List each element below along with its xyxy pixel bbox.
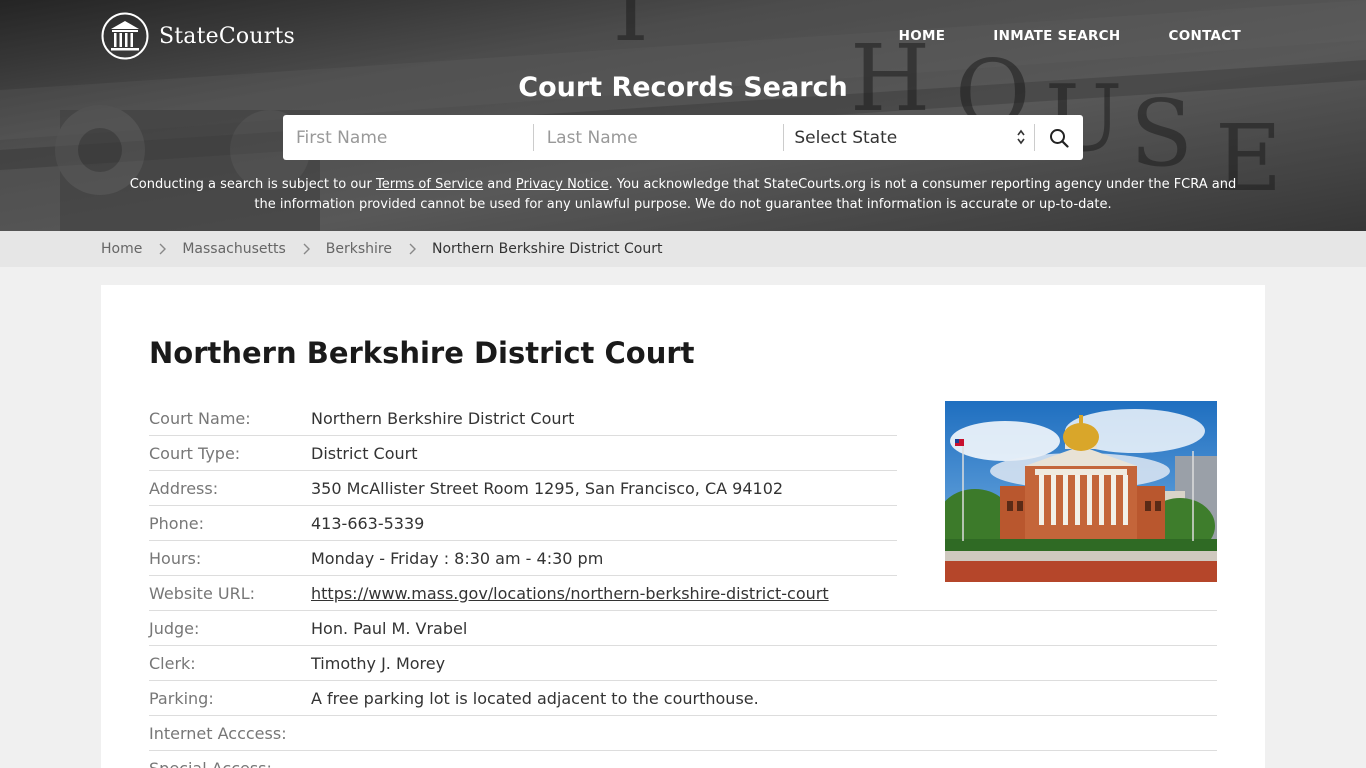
page-heading: Court Records Search <box>518 72 848 103</box>
chevron-right-icon <box>159 243 167 255</box>
breadcrumb-state[interactable]: Massachusetts <box>182 241 285 257</box>
detail-row-parking: Parking: A free parking lot is located a… <box>149 681 1217 716</box>
disclaimer-text-1: Conducting a search is subject to our <box>129 177 377 192</box>
courthouse-columns-icon <box>101 12 149 60</box>
detail-value: Timothy J. Morey <box>311 653 446 673</box>
detail-value: Monday - Friday : 8:30 am - 4:30 pm <box>311 548 604 568</box>
nav-contact[interactable]: CONTACT <box>1168 26 1241 46</box>
detail-row-address: Address: 350 McAllister Street Room 1295… <box>149 471 897 506</box>
detail-value: 350 McAllister Street Room 1295, San Fra… <box>311 478 784 498</box>
detail-label: Special Access: <box>149 758 272 768</box>
breadcrumb-home[interactable]: Home <box>101 241 142 257</box>
chevron-right-icon <box>409 243 416 255</box>
court-records-search-form: Select State <box>283 115 1083 160</box>
detail-label: Court Name: <box>149 408 251 428</box>
detail-value: A free parking lot is located adjacent t… <box>311 688 759 708</box>
detail-row-hours: Hours: Monday - Friday : 8:30 am - 4:30 … <box>149 541 897 576</box>
search-icon <box>1050 128 1069 148</box>
search-disclaimer: Conducting a search is subject to our Te… <box>120 175 1246 215</box>
detail-value: Northern Berkshire District Court <box>311 408 575 428</box>
detail-value: 413-663-5339 <box>311 513 425 533</box>
detail-row-phone: Phone: 413-663-5339 <box>149 506 897 541</box>
detail-label: Website URL: <box>149 583 255 603</box>
detail-label: Phone: <box>149 513 204 533</box>
state-select[interactable]: Select State <box>784 115 1034 160</box>
state-select-value: Select State <box>794 127 898 148</box>
detail-label: Address: <box>149 478 219 498</box>
detail-row-court-name: Court Name: Northern Berkshire District … <box>149 401 897 436</box>
disclaimer-text-2: and <box>483 177 516 192</box>
privacy-notice-link[interactable]: Privacy Notice <box>516 177 609 192</box>
breadcrumb: Home Massachusetts Berkshire Northern Be… <box>0 231 1366 267</box>
nav-inmate-search[interactable]: INMATE SEARCH <box>993 26 1120 46</box>
courthouse-photo <box>945 401 1217 582</box>
detail-label: Clerk: <box>149 653 196 673</box>
detail-label: Internet Acccess: <box>149 723 287 743</box>
detail-value: Hon. Paul M. Vrabel <box>311 618 468 638</box>
court-website-link[interactable]: https://www.mass.gov/locations/northern-… <box>311 584 829 603</box>
detail-row-clerk: Clerk: Timothy J. Morey <box>149 646 1217 681</box>
chevron-right-icon <box>303 243 310 255</box>
select-arrows-icon <box>1017 129 1025 145</box>
detail-row-internet-access: Internet Acccess: <box>149 716 1217 751</box>
statecourts-logo[interactable]: StateCourts <box>101 12 295 60</box>
breadcrumb-current: Northern Berkshire District Court <box>432 241 663 257</box>
detail-row-court-type: Court Type: District Court <box>149 436 897 471</box>
terms-of-service-link[interactable]: Terms of Service <box>376 177 483 192</box>
detail-row-special-access: Special Access: <box>149 751 1217 768</box>
search-button[interactable] <box>1035 115 1083 160</box>
detail-label: Court Type: <box>149 443 241 463</box>
detail-label: Hours: <box>149 548 202 568</box>
detail-label: Parking: <box>149 688 214 708</box>
detail-row-judge: Judge: Hon. Paul M. Vrabel <box>149 611 1217 646</box>
detail-label: Judge: <box>149 618 200 638</box>
detail-value: District Court <box>311 443 418 463</box>
main-nav: HOME INMATE SEARCH CONTACT <box>851 26 1241 46</box>
breadcrumb-county[interactable]: Berkshire <box>326 241 392 257</box>
court-details-card: Northern Berkshire District Court Court … <box>101 285 1265 768</box>
hero-banner: T H O U S E StateCourts HOME INMATE SEAR… <box>0 0 1366 231</box>
first-name-input[interactable] <box>283 115 533 160</box>
last-name-input[interactable] <box>533 115 784 160</box>
brand-name: StateCourts <box>159 23 295 49</box>
court-title: Northern Berkshire District Court <box>149 336 695 370</box>
nav-home[interactable]: HOME <box>899 26 946 46</box>
